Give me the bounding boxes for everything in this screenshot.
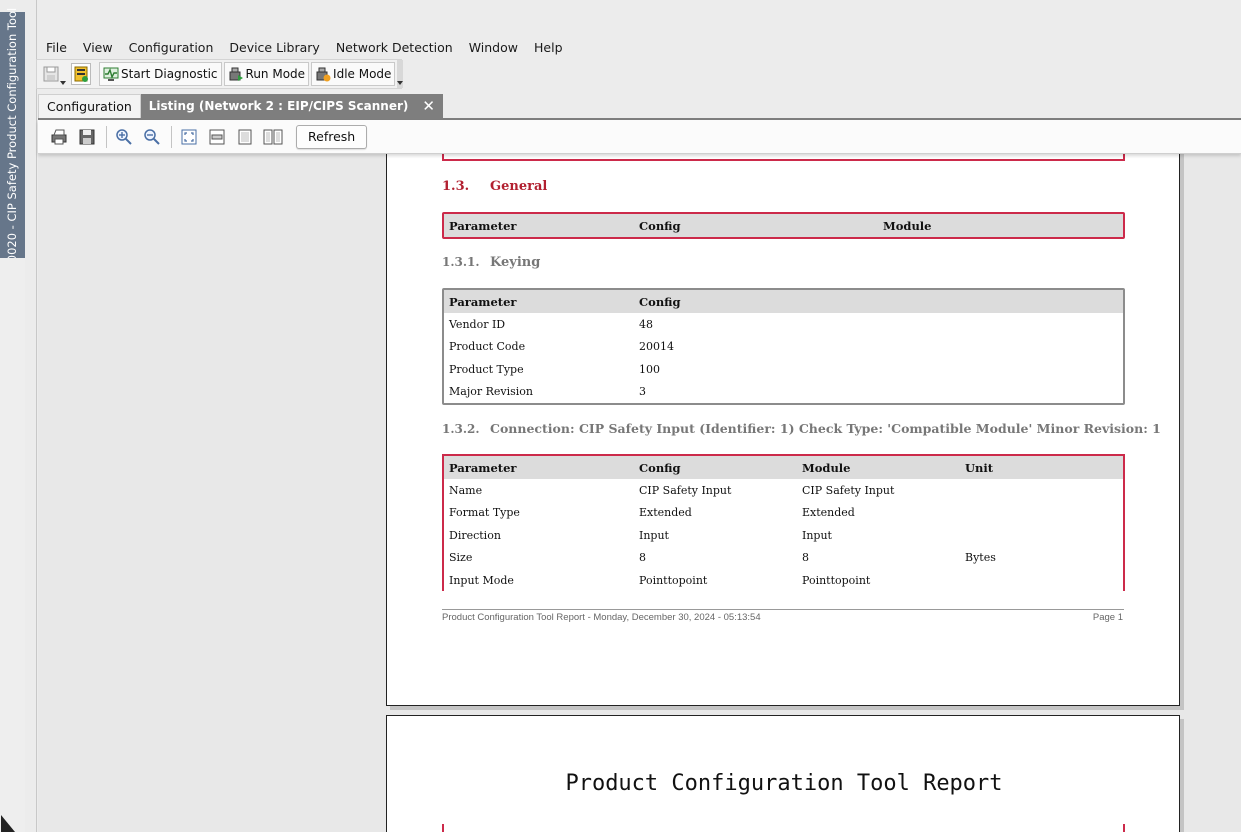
table-header: Parameter Config Module [444, 214, 1123, 237]
menu-view[interactable]: View [75, 40, 121, 55]
document-tabs: Configuration Listing (Network 2 : EIP/C… [38, 94, 443, 118]
run-mode-icon [229, 67, 243, 81]
connection-table: Parameter Config Module Unit Name CIP Saf… [442, 454, 1125, 591]
save-dropdown-arrow[interactable] [60, 60, 66, 88]
column-header: Config [639, 218, 681, 233]
table-row: Product Code 20014 [449, 340, 674, 354]
fit-page-icon[interactable] [176, 125, 202, 149]
column-header: Parameter [449, 460, 517, 475]
table-row: Name CIP Safety Input CIP Safety Input [449, 483, 895, 497]
column-header: Config [639, 460, 681, 475]
menu-window[interactable]: Window [461, 40, 526, 55]
table-row: Product Type 100 [449, 362, 660, 376]
report-page-1: 1.3. General Parameter Config Module 1.3… [386, 120, 1180, 706]
column-header: Parameter [449, 294, 517, 309]
run-mode-button[interactable]: Run Mode [223, 62, 310, 86]
table-row: Format Type Extended Extended [449, 506, 855, 520]
start-diagnostic-button[interactable]: Start Diagnostic [99, 62, 222, 86]
table-row: Vendor ID 48 [449, 317, 653, 331]
save-icon[interactable] [42, 63, 60, 85]
table-header: Parameter Config Module Unit [444, 456, 1123, 479]
idle-mode-button[interactable]: Idle Mode [311, 62, 396, 86]
page2-table-edge [442, 824, 1125, 832]
close-tab-icon[interactable]: ✕ [422, 97, 435, 115]
resize-corner-icon [1, 815, 15, 832]
report-footer-text: Product Configuration Tool Report - Mond… [442, 612, 761, 623]
menu-configuration[interactable]: Configuration [121, 40, 222, 55]
section-title-keying: Keying [490, 255, 541, 270]
report-page-2: Product Configuration Tool Report [386, 715, 1180, 832]
page-number: Page 1 [1092, 612, 1123, 623]
table-row: Major Revision 3 [449, 385, 646, 399]
single-page-icon[interactable] [232, 125, 258, 149]
save-report-icon[interactable] [74, 125, 100, 149]
fit-width-icon[interactable] [204, 125, 230, 149]
tab-configuration[interactable]: Configuration [38, 94, 141, 118]
table-row: Size 8 8 Bytes [449, 551, 996, 565]
column-header: Parameter [449, 218, 517, 233]
viewer-toolbar: Refresh [38, 120, 1241, 154]
footer-rule [442, 609, 1124, 610]
two-pages-icon[interactable] [260, 125, 286, 149]
table-row: Direction Input Input [449, 528, 832, 542]
zoom-in-icon[interactable] [111, 125, 137, 149]
menu-file[interactable]: File [36, 40, 75, 55]
menu-device-library[interactable]: Device Library [221, 40, 327, 55]
report-title: Product Configuration Tool Report [565, 771, 1003, 796]
column-header: Module [883, 218, 932, 233]
project-icon[interactable] [71, 63, 91, 85]
menu-help[interactable]: Help [526, 40, 571, 55]
section-number-connection: 1.3.2. [442, 422, 480, 436]
table-row: Input Mode Pointtopoint Pointtopoint [449, 573, 871, 587]
menu-bar: File View Configuration Device Library N… [36, 37, 571, 57]
left-strip [0, 258, 25, 832]
table-header: Parameter Config [444, 290, 1123, 313]
product-config-tool-side-tab[interactable]: 0020 - CIP Safety Product Configuration … [0, 8, 25, 262]
column-header: Unit [965, 460, 994, 475]
idle-mode-icon [316, 67, 331, 82]
section-number-general: 1.3. [442, 179, 470, 194]
section-title-connection: Connection: CIP Safety Input (Identifier… [490, 421, 1161, 436]
tab-listing[interactable]: Listing (Network 2 : EIP/CIPS Scanner) ✕ [140, 94, 443, 118]
toolbar-overflow-arrow[interactable] [397, 60, 404, 88]
section-number-keying: 1.3.1. [442, 255, 480, 269]
section-title-general: General [490, 179, 548, 194]
main-toolbar: Start Diagnostic Run Mode Idle Mode [36, 59, 404, 89]
diagnostic-icon [103, 67, 119, 81]
general-table: Parameter Config Module [442, 212, 1125, 239]
menu-network-detection[interactable]: Network Detection [328, 40, 461, 55]
column-header: Config [639, 294, 681, 309]
zoom-out-icon[interactable] [139, 125, 165, 149]
side-tab-label: 0020 - CIP Safety Product Configuration … [5, 7, 20, 263]
print-icon[interactable] [46, 125, 72, 149]
keying-table: Parameter Config Vendor ID 48 Product Cod… [442, 288, 1125, 405]
refresh-button[interactable]: Refresh [296, 124, 368, 149]
column-header: Module [802, 460, 851, 475]
